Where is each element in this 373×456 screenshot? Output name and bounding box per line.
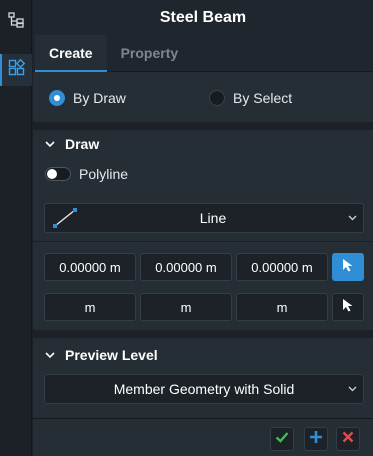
creation-mode-group: By Draw By Select — [49, 84, 373, 112]
plus-icon — [309, 430, 323, 449]
by-select-radio[interactable]: By Select — [209, 90, 292, 106]
cancel-button[interactable] — [336, 427, 360, 451]
polyline-label: Polyline — [79, 166, 129, 182]
start-z-field[interactable]: 0.00000 m — [236, 253, 328, 281]
by-draw-radio[interactable]: By Draw — [49, 90, 209, 106]
start-x-field[interactable]: 0.00000 m — [44, 253, 136, 281]
side-rail — [0, 0, 32, 456]
end-y-field[interactable]: m — [140, 293, 232, 321]
preview-level-title: Preview Level — [65, 347, 158, 363]
start-y-field[interactable]: 0.00000 m — [140, 253, 232, 281]
shape-type-select[interactable]: Line — [44, 203, 364, 233]
panel-title: Steel Beam — [159, 9, 247, 26]
chevron-down-icon — [341, 386, 363, 392]
end-z-field[interactable]: m — [236, 293, 328, 321]
toggle-knob — [47, 169, 57, 179]
checkmark-icon — [275, 430, 289, 448]
panel-title-bar: Steel Beam — [33, 0, 373, 36]
chevron-down-icon — [341, 215, 363, 221]
component-grid-icon — [8, 58, 26, 82]
radio-selected-indicator — [49, 90, 65, 106]
draw-section-title: Draw — [65, 136, 100, 152]
preview-level-value: Member Geometry with Solid — [113, 381, 295, 397]
tab-bar: Create Property — [33, 35, 373, 72]
close-icon — [342, 430, 354, 448]
by-select-label: By Select — [233, 90, 293, 106]
cursor-arrow-icon — [342, 258, 354, 277]
draw-section-header[interactable]: Draw — [43, 136, 99, 152]
radio-unselected-indicator — [209, 90, 225, 106]
chevron-down-icon — [43, 351, 57, 359]
action-footer — [33, 418, 373, 456]
polyline-toggle-row: Polyline — [45, 166, 128, 182]
chevron-down-icon — [43, 140, 57, 148]
cursor-arrow-icon — [342, 298, 354, 317]
preview-level-select[interactable]: Member Geometry with Solid — [44, 374, 364, 404]
tree-hierarchy-icon — [8, 11, 24, 33]
steel-beam-panel: Steel Beam Create Property By Draw By Se… — [33, 0, 373, 456]
point-section-divider — [33, 241, 373, 242]
polyline-toggle[interactable] — [45, 167, 71, 181]
pick-end-point-button[interactable] — [332, 293, 364, 321]
preview-level-section-header[interactable]: Preview Level — [43, 347, 158, 363]
shape-type-value: Line — [199, 210, 227, 226]
create-components-button[interactable] — [0, 54, 32, 86]
add-button[interactable] — [304, 427, 328, 451]
section-divider — [33, 122, 373, 130]
tab-property[interactable]: Property — [107, 35, 193, 71]
by-draw-label: By Draw — [73, 90, 126, 106]
pick-start-point-button[interactable] — [332, 253, 364, 281]
end-x-field[interactable]: m — [44, 293, 136, 321]
tab-create[interactable]: Create — [35, 35, 107, 72]
section-divider — [33, 330, 373, 338]
apply-button[interactable] — [270, 427, 294, 451]
line-shape-icon — [45, 206, 85, 230]
tree-view-button[interactable] — [0, 6, 32, 38]
